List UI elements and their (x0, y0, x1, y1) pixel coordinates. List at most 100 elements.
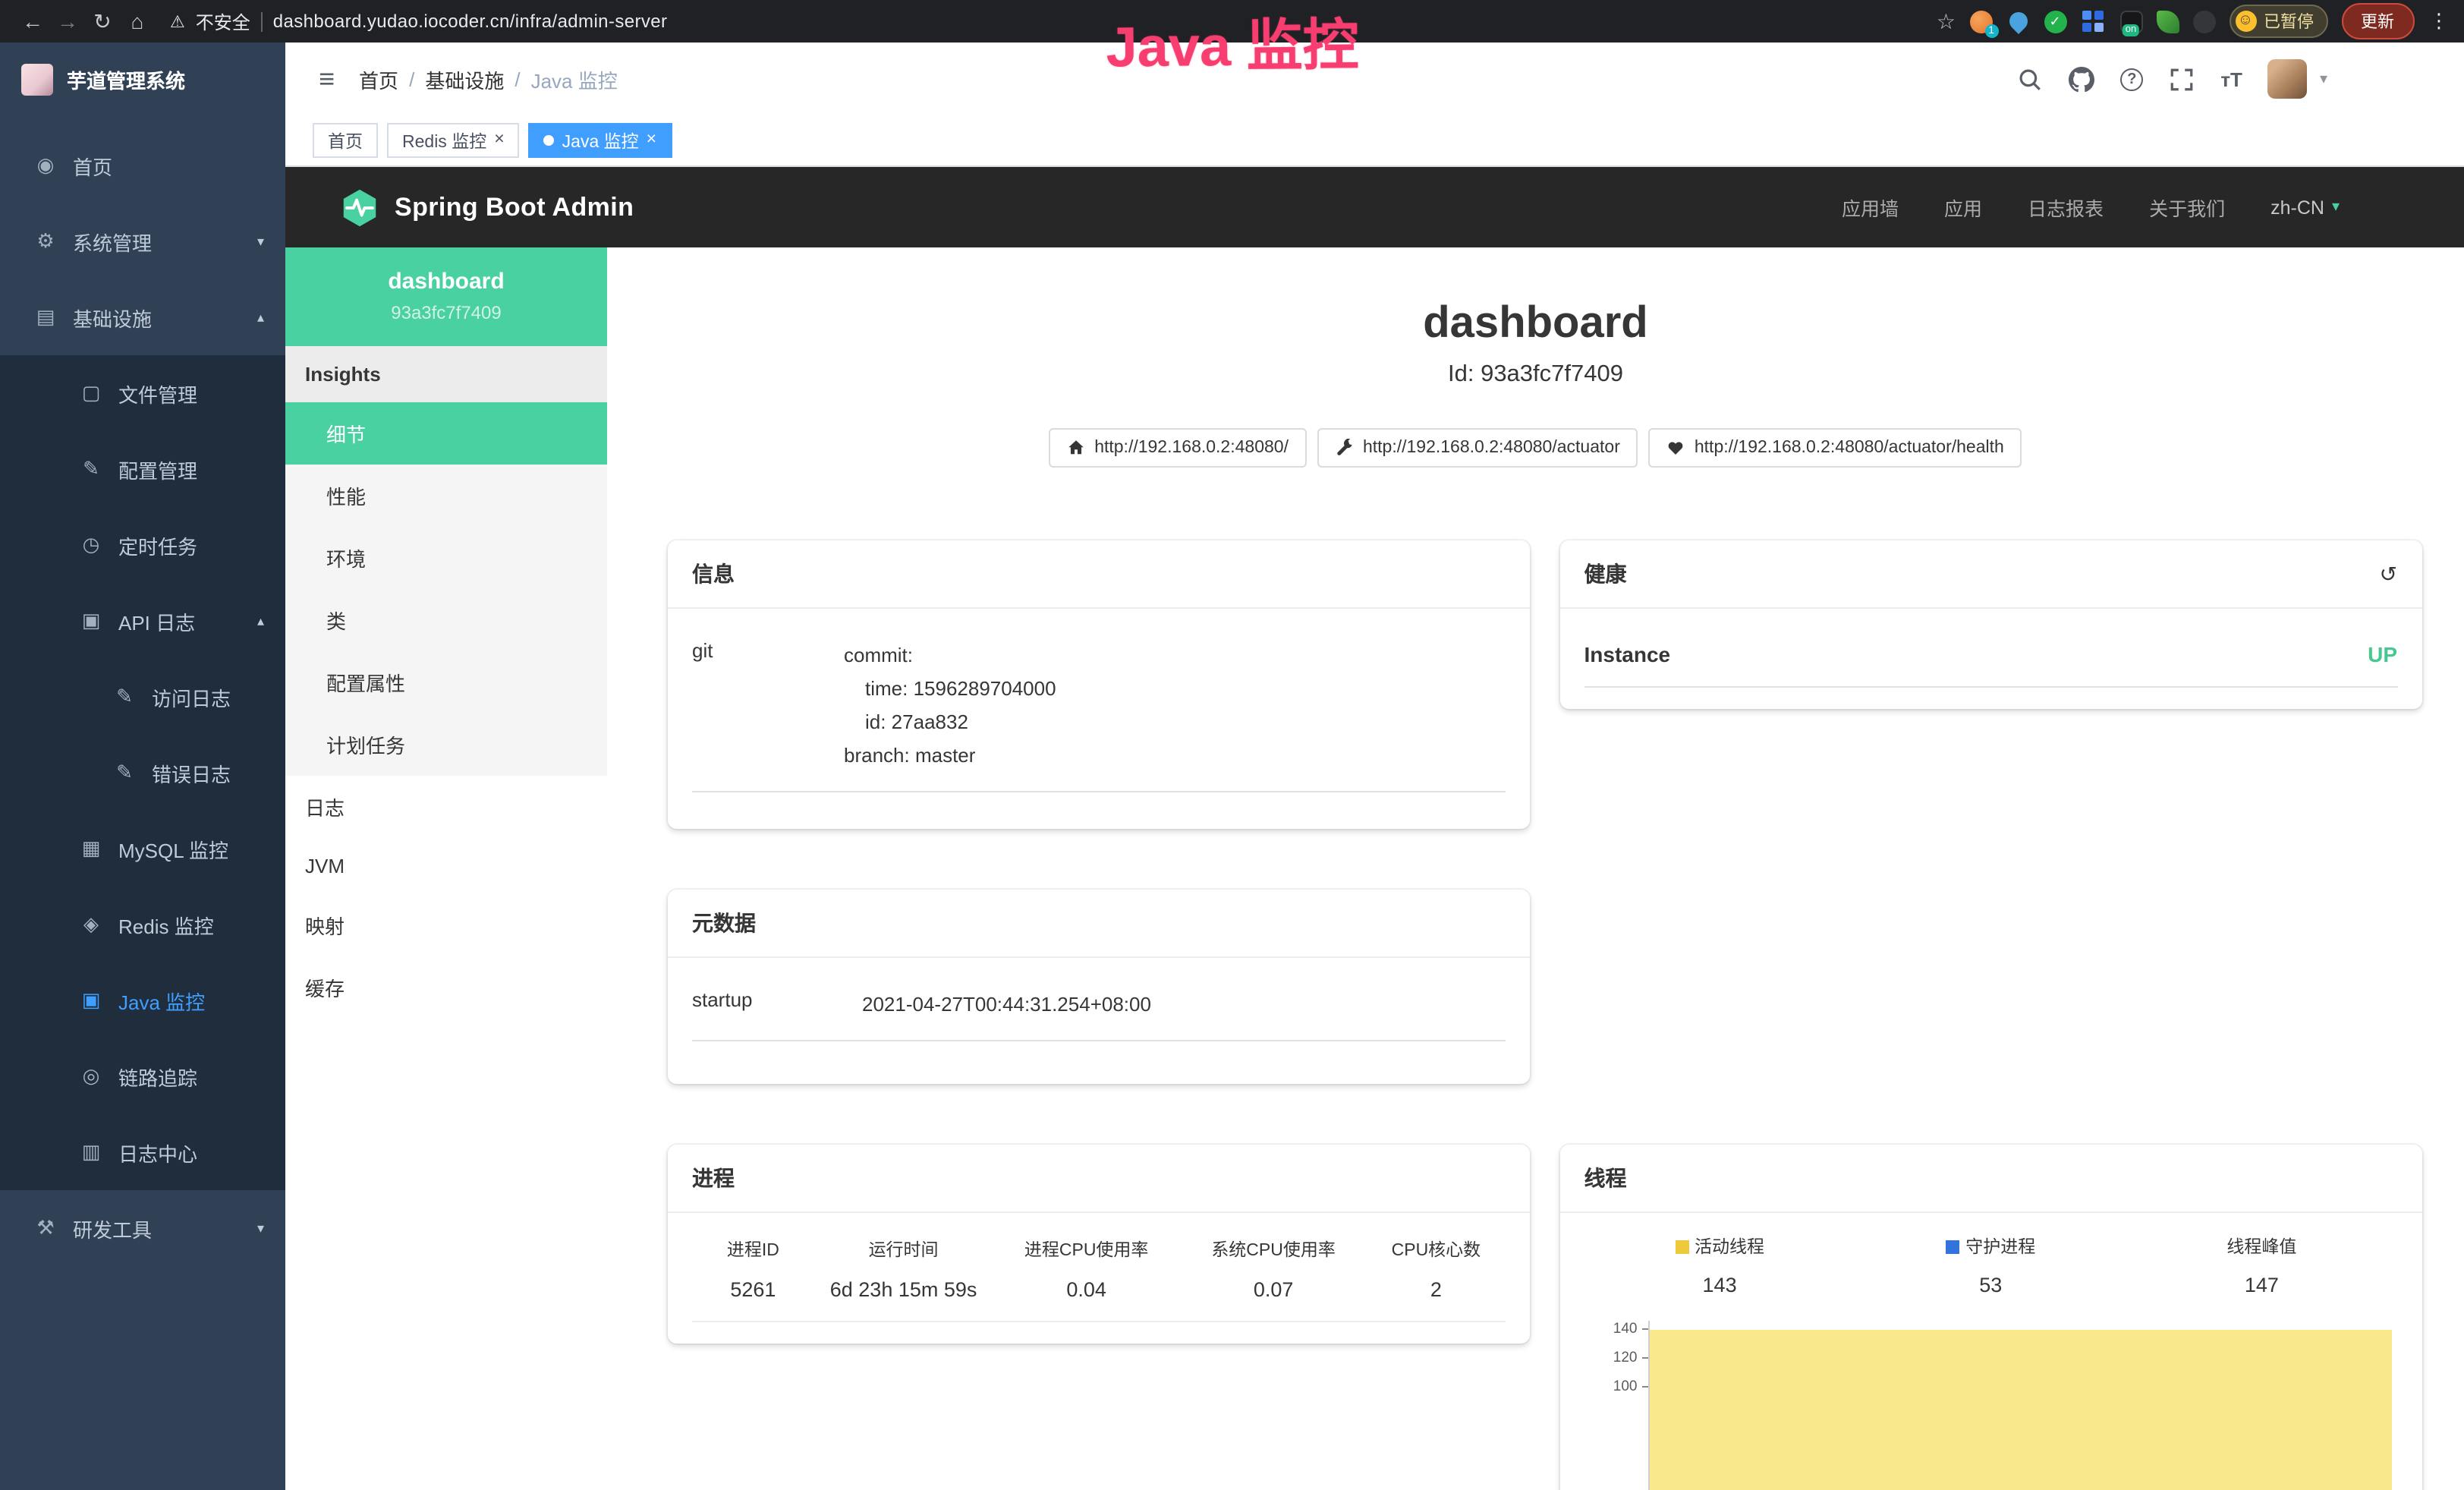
address-bar[interactable]: ⚠ 不安全 dashboard.yudao.iocoder.cn/infra/a… (170, 8, 667, 34)
extension-icon-orange[interactable]: 1 (1969, 10, 1992, 33)
service-url-link[interactable]: http://192.168.0.2:48080/ (1049, 428, 1307, 468)
browser-home-icon[interactable]: ⌂ (120, 9, 155, 33)
search-icon[interactable] (2017, 66, 2043, 92)
sidebar-item-config[interactable]: ✎ 配置管理 (0, 431, 285, 507)
cell-process-cpu: 0.04 (993, 1268, 1179, 1321)
col-header: 进程ID (692, 1222, 814, 1268)
forward-icon[interactable]: → (50, 9, 85, 33)
not-secure-icon: ⚠ (170, 11, 185, 31)
main-area: ≡ 首页 / 基础设施 / Java 监控 ? тT (285, 43, 2464, 1490)
not-secure-label[interactable]: 不安全 (196, 8, 250, 34)
sba-brand[interactable]: Spring Boot Admin (340, 187, 634, 227)
app-sidebar: 芋道管理系统 ◉ 首页 ⚙ 系统管理 ▾ ▤ 基础设施 ▴ ▢ 文件管理 ✎ (0, 43, 285, 1490)
extension-icon-dark[interactable]: on (2119, 10, 2142, 33)
app-logo-image (21, 63, 53, 95)
sba-side-environment[interactable]: 环境 (285, 527, 607, 589)
update-button[interactable]: 更新 (2341, 3, 2414, 39)
tab-home[interactable]: 首页 (313, 123, 378, 158)
sba-side-insights[interactable]: Insights (285, 346, 607, 402)
sidebar-item-infra[interactable]: ▤ 基础设施 ▴ (0, 279, 285, 355)
sba-side-loggers[interactable]: 日志 (285, 776, 607, 838)
sba-side-metrics[interactable]: 性能 (285, 465, 607, 527)
sidebar-item-file[interactable]: ▢ 文件管理 (0, 355, 285, 431)
col-header: 进程CPU使用率 (993, 1222, 1179, 1268)
actuator-url-link[interactable]: http://192.168.0.2:48080/actuator (1317, 428, 1638, 468)
sba-nav-journal[interactable]: 日志报表 (2028, 193, 2104, 222)
avatar[interactable] (2268, 59, 2308, 99)
fullscreen-icon[interactable] (2169, 66, 2195, 92)
file-icon: ▢ (79, 381, 103, 405)
extension-icon-grid[interactable] (2082, 11, 2091, 20)
address-divider (261, 11, 263, 31)
history-icon[interactable]: ↺ (2380, 561, 2397, 587)
health-row: Instance UP (1584, 618, 2398, 688)
sidebar-toggle-icon[interactable]: ≡ (307, 63, 347, 95)
browser-menu-icon[interactable]: ⋮ (2429, 9, 2449, 33)
sidebar-item-logcenter[interactable]: ▥ 日志中心 (0, 1114, 285, 1190)
tab-java-monitor[interactable]: Java 监控 × (529, 123, 672, 158)
sba-side-classes[interactable]: 类 (285, 589, 607, 651)
instance-id-short: 93a3fc7f7409 (297, 302, 595, 323)
sidebar-item-java[interactable]: ▣ Java 监控 (0, 962, 285, 1038)
avatar-caret-icon[interactable]: ▾ (2320, 71, 2327, 87)
sba-nav-applications[interactable]: 应用 (1944, 193, 1982, 222)
sidebar-item-error-log[interactable]: ✎ 错误日志 (0, 735, 285, 811)
sba-side-caches[interactable]: 缓存 (285, 956, 607, 1019)
sba-side-jvm[interactable]: JVM (285, 838, 607, 894)
sidebar-item-label: 链路追踪 (118, 1062, 197, 1091)
legend-value: 147 (2126, 1274, 2397, 1296)
font-size-icon[interactable]: тT (2220, 68, 2242, 90)
sba-nav-wallboard[interactable]: 应用墙 (1842, 193, 1899, 222)
close-icon[interactable]: × (647, 132, 656, 150)
breadcrumb-separator: / (409, 68, 414, 90)
threads-chart: 140 120 100 (1603, 1321, 2392, 1490)
back-icon[interactable]: ← (15, 9, 50, 33)
sidebar-item-mysql[interactable]: ▦ MySQL 监控 (0, 811, 285, 887)
app-logo[interactable]: 芋道管理系统 (0, 43, 285, 115)
sidebar-item-api-log[interactable]: ▣ API 日志 ▴ (0, 583, 285, 659)
extension-icon-drop[interactable] (2005, 8, 2031, 34)
sidebar-item-redis[interactable]: ◈ Redis 监控 (0, 887, 285, 962)
health-url-link[interactable]: http://192.168.0.2:48080/actuator/health (1649, 428, 2022, 468)
github-icon[interactable] (2069, 66, 2094, 92)
sba-side-details[interactable]: 细节 (285, 402, 607, 465)
extensions-puzzle-icon[interactable] (2192, 10, 2215, 33)
sidebar-item-home[interactable]: ◉ 首页 (0, 128, 285, 203)
sidebar-item-trace[interactable]: ◎ 链路追踪 (0, 1038, 285, 1114)
git-commit-line: commit: (844, 639, 1056, 673)
instance-header[interactable]: dashboard 93a3fc7f7409 (285, 247, 607, 346)
sba-side-mappings[interactable]: 映射 (285, 894, 607, 956)
y-tick: 140 (1603, 1321, 1648, 1350)
cell-cpu-cores: 2 (1367, 1268, 1505, 1321)
legend-daemon-threads: 守护进程 53 (1855, 1234, 2126, 1296)
edit-icon: ✎ (112, 761, 137, 785)
help-icon[interactable]: ? (2120, 68, 2143, 90)
locale-value: zh-CN (2270, 197, 2324, 218)
sba-nav-about[interactable]: 关于我们 (2149, 193, 2225, 222)
chevron-down-icon: ▾ (257, 1220, 264, 1236)
sidebar-item-devtools[interactable]: ⚒ 研发工具 ▾ (0, 1190, 285, 1266)
reload-icon[interactable]: ↻ (85, 8, 120, 34)
locale-select[interactable]: zh-CN ▾ (2270, 197, 2340, 218)
chevron-down-icon: ▾ (257, 233, 264, 250)
sidebar-item-access-log[interactable]: ✎ 访问日志 (0, 659, 285, 735)
sba-side-config-props[interactable]: 配置属性 (285, 651, 607, 713)
tags-bar: 首页 Redis 监控 × Java 监控 × (285, 115, 2464, 167)
sba-sidebar: dashboard 93a3fc7f7409 Insights 细节 性能 环境… (285, 247, 607, 1490)
breadcrumb-home[interactable]: 首页 (359, 65, 398, 93)
sidebar-item-job[interactable]: ◷ 定时任务 (0, 507, 285, 583)
url-text[interactable]: dashboard.yudao.iocoder.cn/infra/admin-s… (273, 11, 668, 32)
bookmark-star-icon[interactable]: ☆ (1937, 8, 1956, 34)
sidebar-item-label: API 日志 (118, 606, 195, 635)
paused-chip[interactable]: ☺ 已暂停 (2229, 5, 2327, 38)
git-value: commit: time: 1596289704000 id: 27aa832 … (844, 639, 1056, 773)
sba-side-scheduled-tasks[interactable]: 计划任务 (285, 713, 607, 776)
extension-icon-leaf[interactable] (2156, 10, 2179, 33)
close-icon[interactable]: × (494, 132, 504, 150)
chevron-down-icon: ▾ (2332, 199, 2340, 216)
sidebar-item-system[interactable]: ⚙ 系统管理 ▾ (0, 203, 285, 279)
instance-id: Id: 93a3fc7f7409 (607, 361, 2464, 389)
tab-redis-monitor[interactable]: Redis 监控 × (387, 123, 520, 158)
edit-icon: ✎ (79, 457, 103, 481)
extension-icon-green-check[interactable]: ✓ (2044, 10, 2066, 33)
